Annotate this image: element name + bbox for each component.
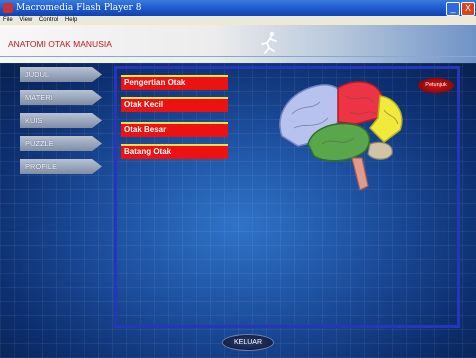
keluar-button[interactable]: KELUAR xyxy=(222,334,274,351)
menu-view[interactable]: View xyxy=(19,17,32,23)
flash-app-icon xyxy=(3,3,13,13)
nav-profile-button[interactable]: PROFILE xyxy=(20,159,102,174)
topic-otak-besar[interactable]: Otak Besar xyxy=(121,122,228,137)
menu-bar: File View Control Help xyxy=(0,16,476,25)
close-button[interactable]: X xyxy=(461,2,475,16)
menu-help[interactable]: Help xyxy=(65,17,77,23)
menu-file[interactable]: File xyxy=(3,17,13,23)
topic-pengertian-otak[interactable]: Pengertian Otak xyxy=(121,75,228,90)
nav-materi-button[interactable]: MATERI xyxy=(20,90,102,105)
nav-puzzle-button[interactable]: PUZZLE xyxy=(20,136,102,151)
minimize-button[interactable]: _ xyxy=(446,2,460,16)
nav-judul-button[interactable]: JUDUL xyxy=(20,67,102,82)
page-title: ANATOMI OTAK MANUSIA xyxy=(8,39,112,49)
brain-illustration xyxy=(279,81,403,191)
menu-control[interactable]: Control xyxy=(39,17,58,23)
nav-kuis-button[interactable]: KUIS xyxy=(20,113,102,128)
topic-otak-kecil[interactable]: Otak Kecil xyxy=(121,97,228,112)
petunjuk-button[interactable]: Petunjuk xyxy=(418,78,454,93)
runner-icon xyxy=(261,31,277,54)
window-title: Macromedia Flash Player 8 xyxy=(16,3,142,13)
topic-batang-otak[interactable]: Batang Otak xyxy=(121,144,228,159)
window-titlebar: Macromedia Flash Player 8 _ X xyxy=(0,0,476,16)
header-divider xyxy=(0,56,476,57)
app-header: ANATOMI OTAK MANUSIA xyxy=(0,25,476,63)
